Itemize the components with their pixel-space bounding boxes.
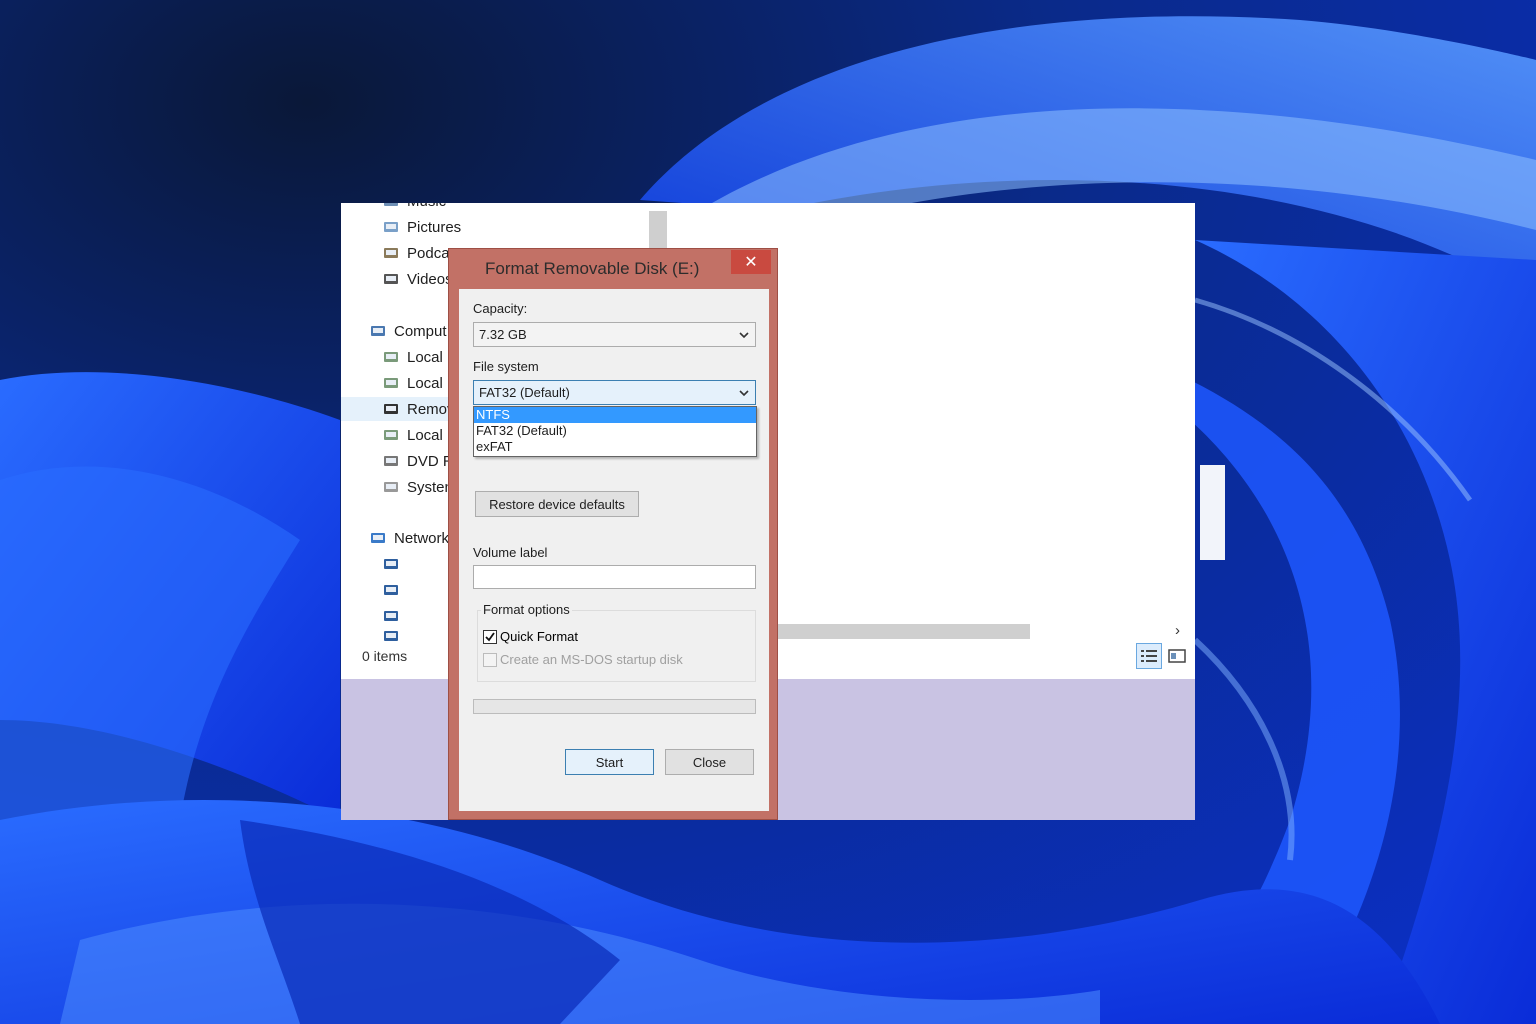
file-system-option[interactable]: FAT32 (Default) [474,423,756,439]
network-computer-icon [382,581,400,599]
file-system-option[interactable]: NTFS [474,407,756,423]
restore-device-defaults-button[interactable]: Restore device defaults [475,491,639,517]
large-icons-view-icon [1168,649,1186,663]
file-system-dropdown[interactable]: FAT32 (Default) [473,380,756,405]
checkbox-box [483,652,497,667]
details-view-button[interactable] [1136,643,1162,669]
format-options-group [477,610,756,682]
nav-item-label: DVD R [407,452,454,470]
nav-item[interactable]: Comput [369,319,447,343]
capacity-value: 7.32 GB [479,327,527,342]
quick-format-checkbox[interactable]: Quick Format [483,629,578,644]
nav-item-label: Network [394,529,450,547]
local-disk-icon [382,348,400,366]
nav-item[interactable] [382,552,407,576]
nav-item[interactable]: Videos [382,267,453,291]
navigation-scrollbar-thumb[interactable] [649,211,667,251]
podcasts-folder-icon [382,244,400,262]
dialog-body: Capacity: 7.32 GB File system FAT32 (Def… [459,289,769,811]
volume-label-label: Volume label [473,545,548,560]
close-button[interactable]: Close [665,749,754,775]
chevron-down-icon [739,390,749,397]
nav-item[interactable]: Local I [382,371,451,395]
nav-item[interactable]: Music [382,203,446,213]
nav-item-label: Podca [407,244,450,262]
file-system-options-list: NTFS FAT32 (Default) exFAT [473,406,757,457]
nav-item[interactable] [382,624,407,648]
file-system-value: FAT32 (Default) [479,385,570,400]
status-item-count: 0 items [362,648,408,664]
checkmark-icon [485,631,495,641]
msdos-startup-checkbox[interactable]: Create an MS-DOS startup disk [483,652,683,667]
dialog-close-button[interactable]: ✕ [731,250,771,274]
removable-disk-icon [382,400,400,418]
capacity-label: Capacity: [473,301,528,316]
nav-item-label: Pictures [407,218,462,236]
scroll-right-arrow-icon[interactable]: › [1175,622,1180,639]
dialog-title: Format Removable Disk (E:) [485,259,700,278]
network-computer-icon [382,607,400,625]
network-computer-icon [382,627,400,645]
format-dialog: Format Removable Disk (E:) ✕ Capacity: 7… [448,248,778,820]
format-options-legend: Format options [481,602,572,617]
nav-item-label: Music [407,203,446,210]
videos-folder-icon [382,270,400,288]
music-folder-icon [382,203,400,210]
volume-label-input[interactable] [473,565,756,589]
network-icon [369,529,387,547]
system-drive-icon [382,478,400,496]
nav-item-label: Comput [394,322,447,340]
nav-item-label: Systen [407,478,453,496]
nav-item[interactable]: Systen [382,475,453,499]
nav-item[interactable] [382,578,407,602]
format-progress-bar [473,699,756,714]
nav-item[interactable]: Local I [382,345,451,369]
checkbox-box [483,629,497,644]
capacity-dropdown[interactable]: 7.32 GB [473,322,756,347]
file-system-label: File system [473,359,539,374]
chevron-down-icon [739,332,749,339]
nav-item-label: Local I [407,348,452,366]
close-icon: ✕ [744,254,758,271]
nav-item[interactable]: Network [369,526,449,550]
computer-icon [369,322,387,340]
nav-item-label: Local I [407,426,452,444]
msdos-startup-label: Create an MS-DOS startup disk [500,652,683,667]
nav-item[interactable]: Podca [382,241,450,265]
wallpaper-brand-glyph [1200,465,1225,560]
file-system-option[interactable]: exFAT [474,439,756,455]
local-disk-icon [382,374,400,392]
nav-item-label: Videos [407,270,453,288]
nav-item-label: Local I [407,374,452,392]
nav-item[interactable]: Pictures [382,215,461,239]
dvd-drive-icon [382,452,400,470]
nav-item[interactable]: Local I [382,423,451,447]
large-icons-view-button[interactable] [1164,643,1190,669]
pictures-folder-icon [382,218,400,236]
quick-format-label: Quick Format [500,629,579,644]
nav-item[interactable]: DVD R [382,449,454,473]
start-button[interactable]: Start [565,749,654,775]
local-disk-icon [382,426,400,444]
network-computer-icon [382,555,400,573]
details-view-icon [1141,650,1157,662]
horizontal-scrollbar-thumb[interactable] [778,624,1030,639]
